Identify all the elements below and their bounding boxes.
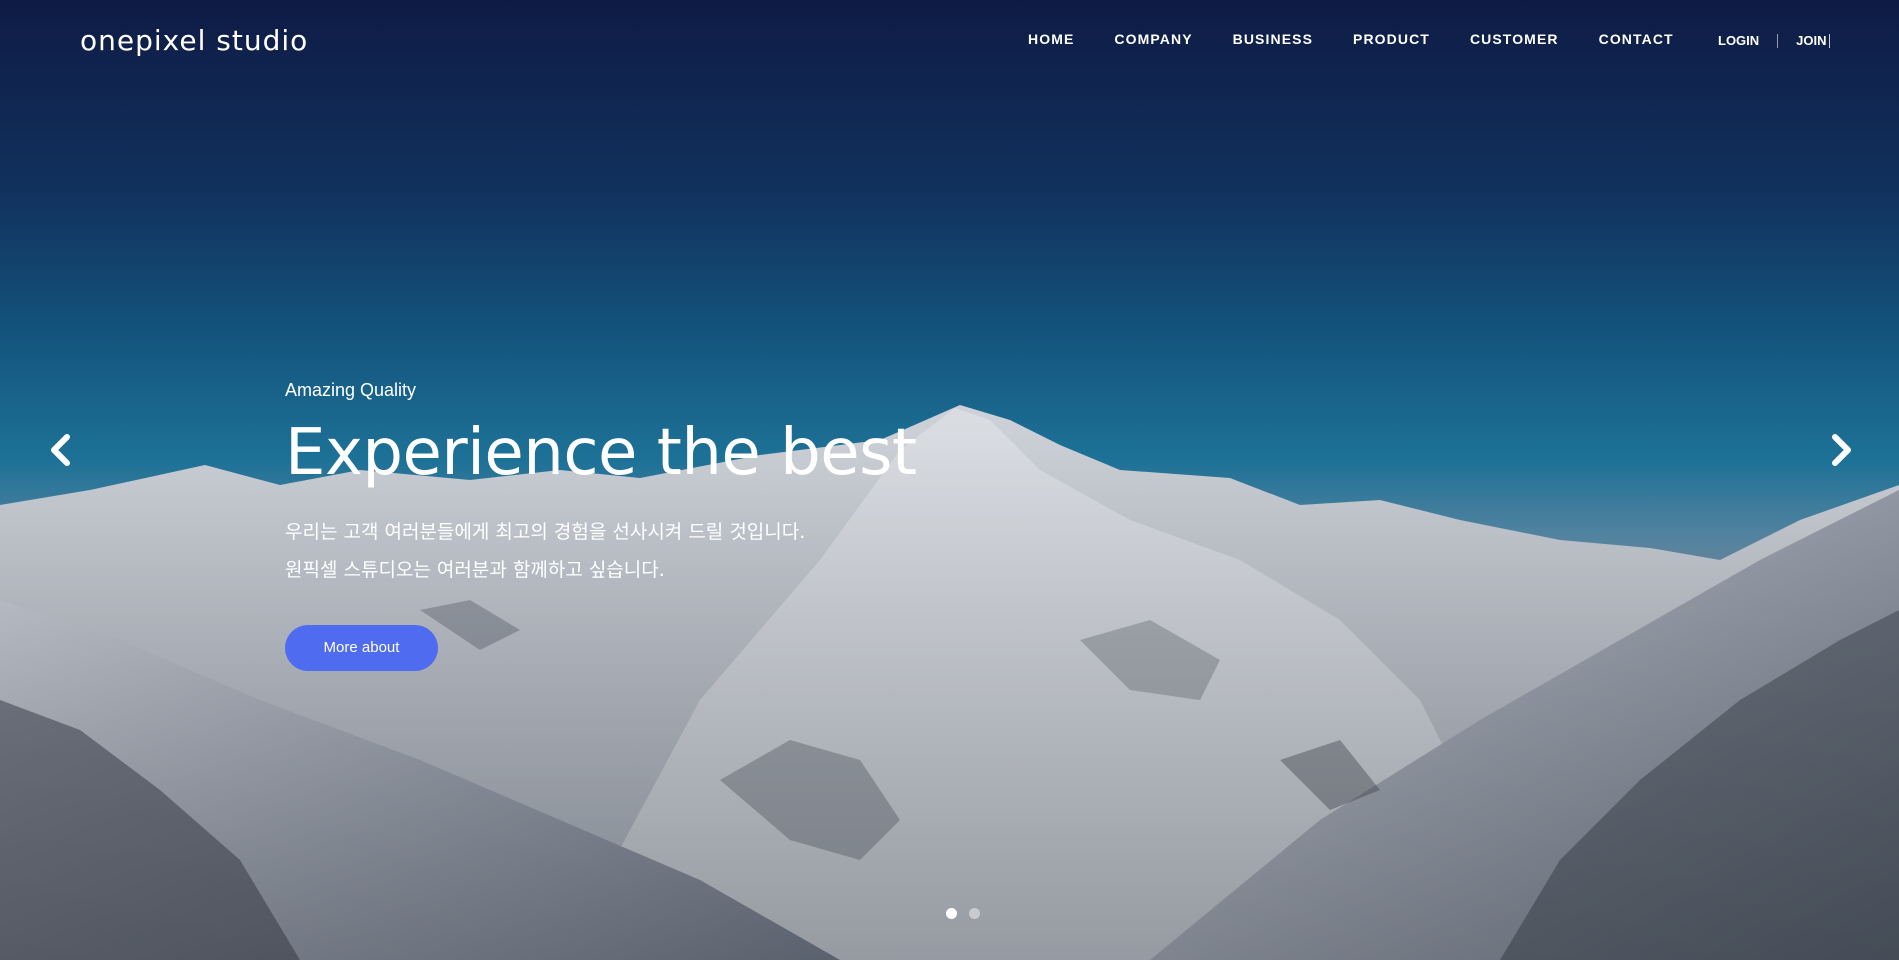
join-link[interactable]: JOIN	[1796, 33, 1826, 48]
hero-description-line: 우리는 고객 여러분들에게 최고의 경험을 선사시켜 드릴 것입니다.	[285, 521, 806, 543]
nav-item-product[interactable]: PRODUCT	[1353, 31, 1430, 47]
slider-prev-button[interactable]	[42, 430, 82, 470]
slide-dot-1[interactable]	[946, 908, 957, 919]
hero-description-line: 원픽셀 스튜디오는 여러분과 함께하고 싶습니다.	[285, 559, 665, 581]
site-logo[interactable]: onepixel studio	[80, 24, 308, 57]
auth-links: LOGIN JOIN	[1718, 33, 1830, 48]
nav-item-contact[interactable]: CONTACT	[1599, 31, 1674, 47]
slider-pagination	[946, 908, 980, 919]
more-about-button[interactable]: More about	[285, 625, 438, 671]
chevron-left-icon	[51, 434, 70, 466]
site-header: onepixel studio HOME COMPANY BUSINESS PR…	[0, 0, 1899, 82]
nav-item-business[interactable]: BUSINESS	[1233, 31, 1313, 47]
hero-content: Amazing Quality Experience the best 우리는 …	[285, 380, 1185, 671]
auth-divider	[1777, 33, 1779, 48]
chevron-right-icon	[1832, 434, 1851, 466]
login-link[interactable]: LOGIN	[1718, 33, 1759, 48]
slide-dot-2[interactable]	[969, 908, 980, 919]
slider-next-button[interactable]	[1820, 430, 1860, 470]
nav-item-home[interactable]: HOME	[1028, 31, 1074, 47]
auth-end-divider	[1828, 33, 1830, 48]
main-navigation: HOME COMPANY BUSINESS PRODUCT CUSTOMER C…	[1028, 31, 1674, 47]
hero-eyebrow: Amazing Quality	[285, 380, 417, 400]
hero-slider: onepixel studio HOME COMPANY BUSINESS PR…	[0, 0, 1899, 960]
nav-item-company[interactable]: COMPANY	[1114, 31, 1192, 47]
hero-headline: Experience the best	[285, 416, 917, 490]
nav-item-customer[interactable]: CUSTOMER	[1470, 31, 1559, 47]
